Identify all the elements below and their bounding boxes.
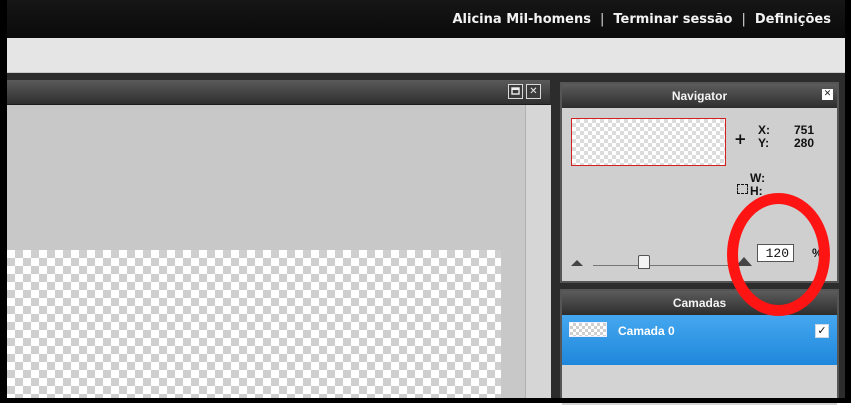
layer-name: Camada 0 — [618, 324, 675, 338]
zoom-slider-track[interactable] — [593, 265, 733, 266]
separator: | — [741, 12, 746, 27]
layer-row[interactable]: Camada 0 ✓ — [562, 315, 837, 365]
zoom-out-icon[interactable] — [571, 260, 583, 266]
screenshot-frame: Alicina Mil-homens | Terminar sessão | Defin… — [0, 0, 851, 405]
separator: | — [599, 12, 605, 27]
account-links: Alicina Mil-homens | Terminar sessão | Defin… — [453, 12, 832, 27]
canvas-window: ✕ — [7, 80, 551, 398]
logout-link[interactable]: Terminar sessão — [613, 12, 732, 27]
vertical-scrollbar[interactable] — [525, 105, 551, 398]
layers-list-empty — [562, 365, 837, 405]
canvas-titlebar[interactable]: ✕ — [7, 80, 550, 105]
workspace: ✕ Navigator ✕ + X: 751 Y: 280 W: H: 120 … — [7, 73, 845, 405]
selection-size-icon — [737, 184, 748, 194]
user-name-link[interactable]: Alicina Mil-homens — [453, 12, 591, 27]
maximize-icon[interactable] — [508, 84, 523, 99]
top-bar: Alicina Mil-homens | Terminar sessão | Defin… — [0, 0, 851, 38]
selection-size: W: H: — [750, 172, 765, 198]
canvas-area[interactable] — [7, 105, 525, 398]
navigator-close-icon[interactable]: ✕ — [822, 89, 833, 100]
zoom-slider-handle[interactable] — [638, 255, 651, 269]
navigator-thumbnail[interactable] — [571, 118, 726, 166]
y-value: 280 — [793, 136, 814, 150]
maximize-icon-glyph — [511, 87, 520, 95]
layer-visibility-checkbox[interactable]: ✓ — [815, 324, 829, 338]
settings-link[interactable]: Definições — [755, 12, 831, 27]
cursor-coordinates: X: 751 Y: 280 — [758, 124, 814, 150]
layer-thumbnail — [569, 322, 607, 337]
transparent-image[interactable] — [7, 250, 501, 398]
annotation-circle — [727, 193, 830, 316]
y-label: Y: — [758, 136, 770, 150]
navigator-title: Navigator — [562, 84, 837, 108]
toolbar-strip — [0, 38, 851, 73]
close-icon[interactable]: ✕ — [526, 84, 541, 99]
crosshair-icon: + — [734, 130, 747, 148]
